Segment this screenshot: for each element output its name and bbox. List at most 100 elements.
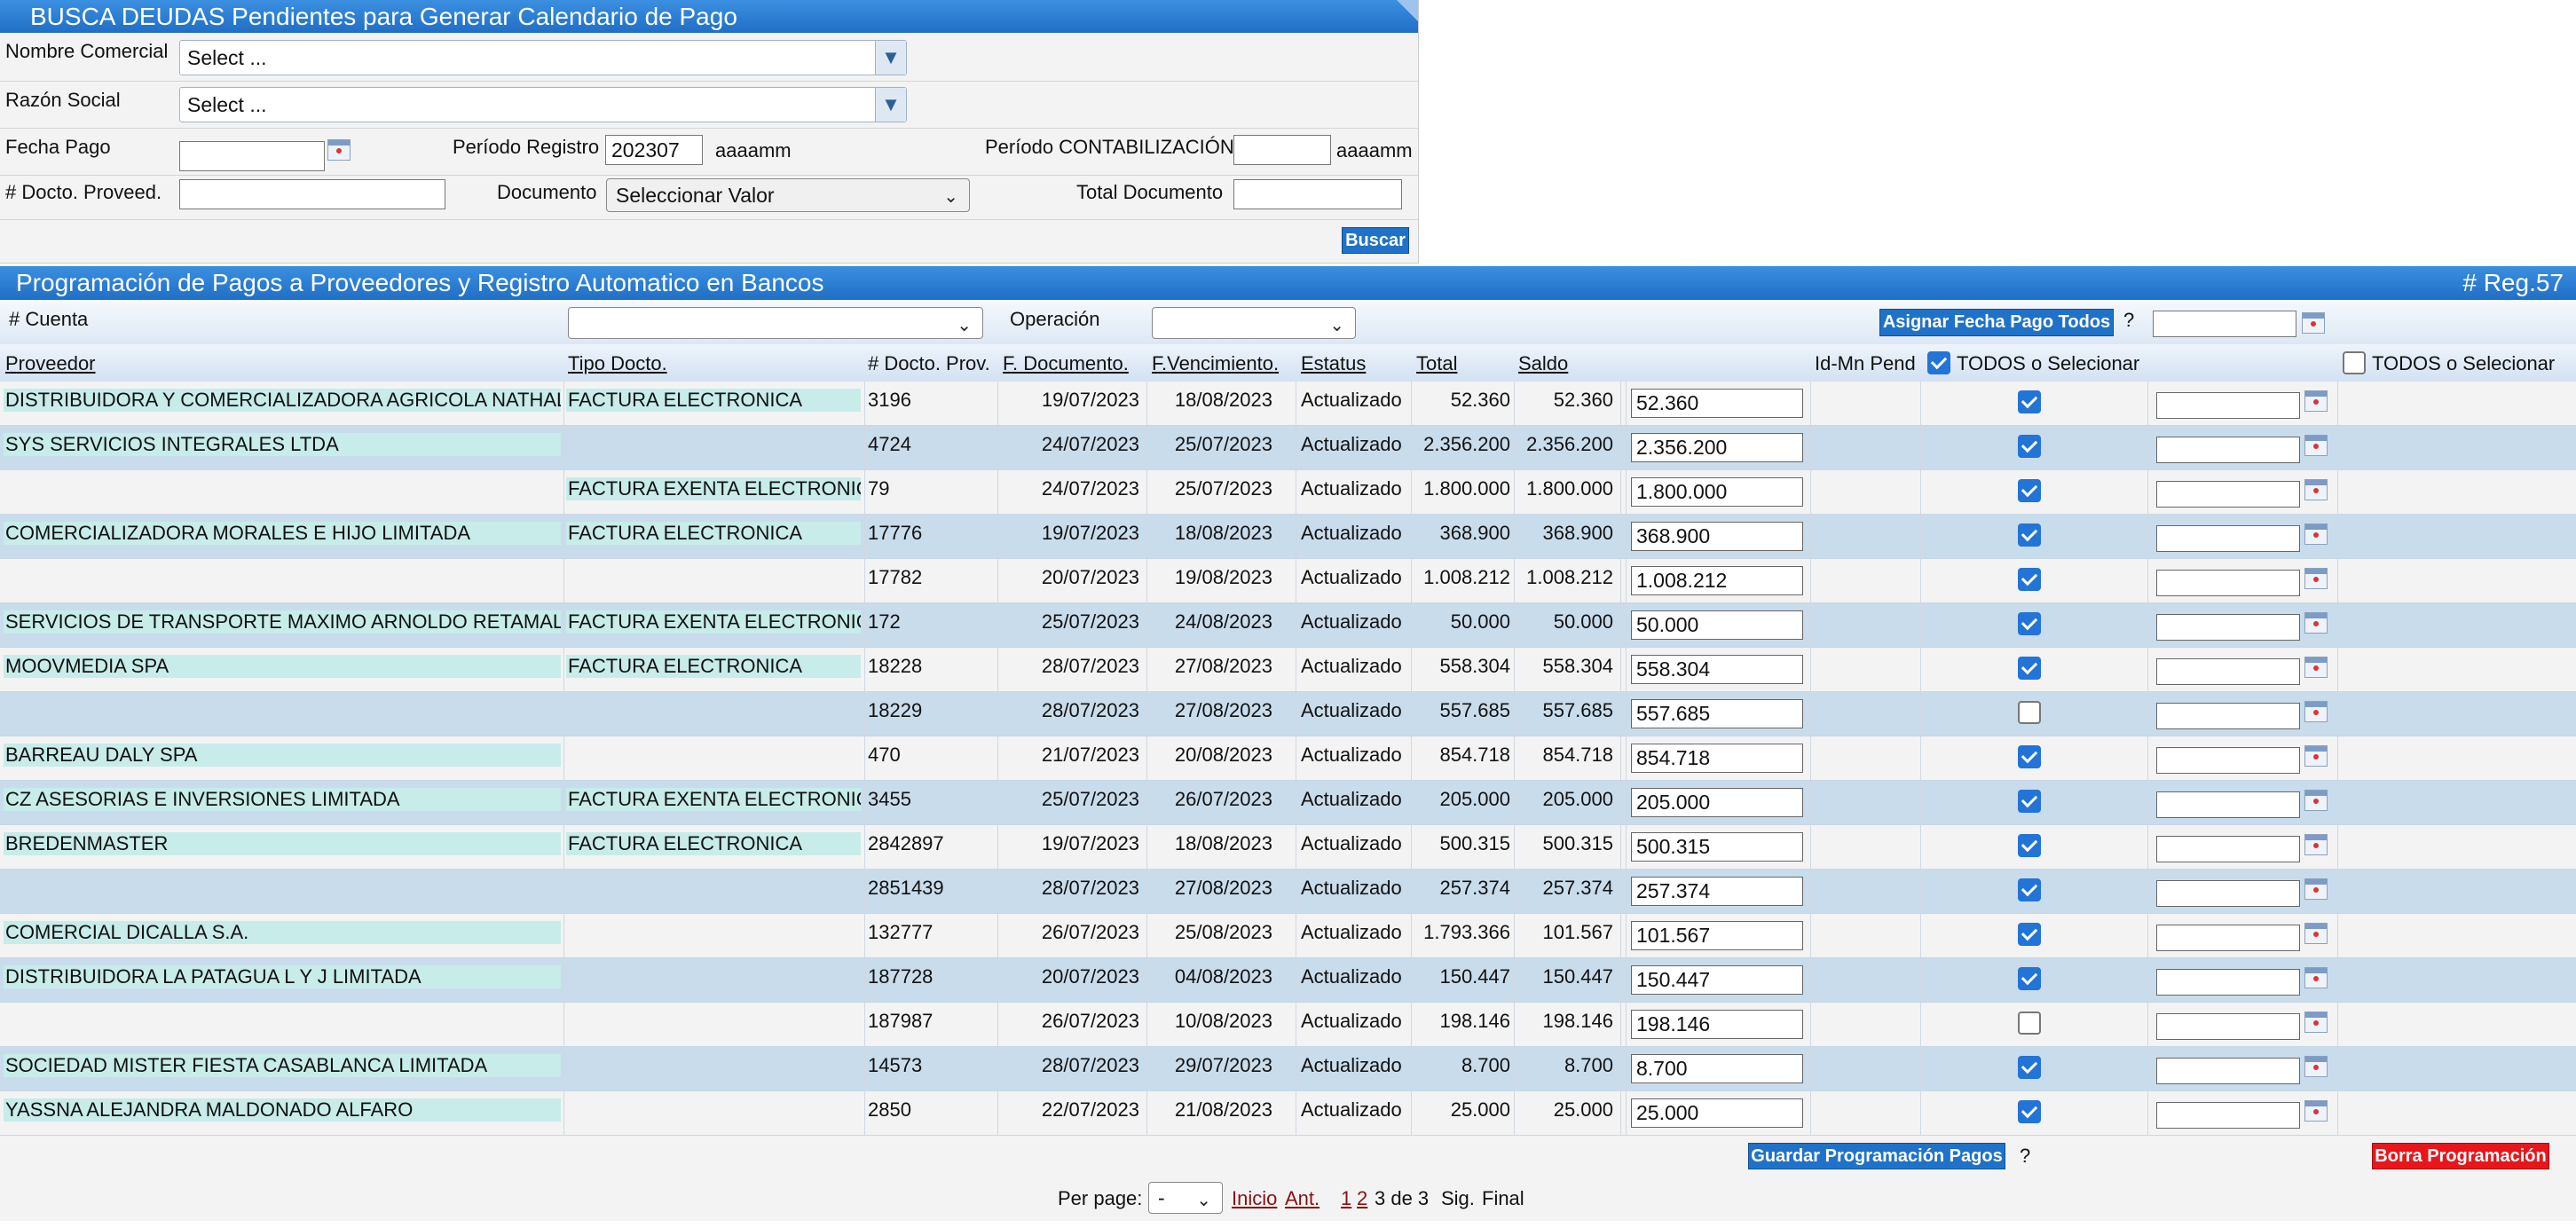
row-select-checkbox[interactable] [2018,479,2041,502]
row-fecha-pago-input[interactable] [2156,836,2300,862]
row-fecha-pago-input[interactable] [2156,570,2300,596]
help-icon[interactable]: ? [2123,309,2134,332]
calendar-icon[interactable] [2304,568,2328,589]
row-monto-input[interactable]: 2.356.200 [1631,433,1803,462]
row-fecha-pago-input[interactable] [2156,525,2300,552]
row-monto-input[interactable]: 500.315 [1631,832,1803,862]
chevron-down-icon[interactable]: ▼ [875,88,906,122]
row-fecha-pago-input[interactable] [2156,481,2300,508]
calendar-icon[interactable] [2304,923,2328,944]
calendar-icon[interactable] [2304,1012,2328,1033]
row-monto-input[interactable]: 25.000 [1631,1098,1803,1128]
pager-inicio-link[interactable]: Inicio [1232,1187,1277,1210]
row-fecha-pago-input[interactable] [2156,747,2300,774]
row-select-checkbox[interactable] [2018,612,2041,635]
asignar-fecha-button[interactable]: Asignar Fecha Pago Todos [1879,309,2114,336]
calendar-icon[interactable] [327,139,351,161]
row-fecha-pago-input[interactable] [2156,392,2300,419]
row-monto-input[interactable]: 50.000 [1631,610,1803,640]
collapse-corner-icon[interactable] [1397,0,1418,21]
row-monto-input[interactable]: 257.374 [1631,877,1803,906]
calendar-icon[interactable] [2304,834,2328,855]
chevron-down-icon[interactable]: ▼ [875,41,906,75]
cuenta-select[interactable]: ⌄ [568,307,983,339]
row-select-checkbox[interactable] [2018,1100,2041,1123]
calendar-icon[interactable] [2304,612,2328,634]
fecha-pago-todos-input[interactable] [2153,311,2296,337]
row-select-checkbox[interactable] [2018,790,2041,813]
row-fecha-pago-input[interactable] [2156,969,2300,996]
row-fecha-pago-input[interactable] [2156,437,2300,463]
documento-select[interactable]: Seleccionar Valor ⌄ [606,178,970,212]
row-monto-input[interactable]: 205.000 [1631,788,1803,817]
todos-checkbox-2[interactable] [2343,351,2366,374]
razon-social-combo[interactable]: Select ... ▼ [179,87,907,122]
row-monto-input[interactable]: 8.700 [1631,1054,1803,1083]
col-tipo[interactable]: Tipo Docto. [568,352,667,375]
pager-page-2-link[interactable]: 2 [1357,1187,1367,1210]
row-fecha-pago-input[interactable] [2156,703,2300,729]
row-select-checkbox[interactable] [2018,745,2041,768]
row-fecha-pago-input[interactable] [2156,791,2300,818]
col-saldo[interactable]: Saldo [1518,352,1568,375]
row-monto-input[interactable]: 1.008.212 [1631,566,1803,595]
row-monto-input[interactable]: 52.360 [1631,389,1803,418]
row-select-checkbox[interactable] [2018,657,2041,680]
fecha-pago-input[interactable] [179,141,325,171]
row-monto-input[interactable]: 368.900 [1631,522,1803,551]
nombre-comercial-combo[interactable]: Select ... ▼ [179,40,907,75]
row-monto-input[interactable]: 198.146 [1631,1010,1803,1039]
row-select-checkbox[interactable] [2018,435,2041,458]
row-select-checkbox[interactable] [2018,923,2041,946]
calendar-icon[interactable] [2304,790,2328,811]
calendar-icon[interactable] [2302,312,2325,334]
pager-ant-link[interactable]: Ant. [1285,1187,1320,1210]
todos-checkbox-1[interactable] [1927,351,1950,374]
total-documento-input[interactable] [1233,179,1402,209]
row-select-checkbox[interactable] [2018,967,2041,990]
calendar-icon[interactable] [2304,390,2328,412]
row-select-checkbox[interactable] [2018,390,2041,413]
col-proveedor[interactable]: Proveedor [5,352,96,375]
periodo-registro-input[interactable]: 202307 [605,135,703,165]
calendar-icon[interactable] [2304,657,2328,678]
calendar-icon[interactable] [2304,523,2328,545]
calendar-icon[interactable] [2304,967,2328,988]
row-fecha-pago-input[interactable] [2156,614,2300,641]
row-select-checkbox[interactable] [2018,701,2041,724]
calendar-icon[interactable] [2304,435,2328,456]
calendar-icon[interactable] [2304,479,2328,500]
row-fecha-pago-input[interactable] [2156,880,2300,907]
calendar-icon[interactable] [2304,1056,2328,1077]
row-fecha-pago-input[interactable] [2156,925,2300,951]
row-fecha-pago-input[interactable] [2156,1013,2300,1040]
row-fecha-pago-input[interactable] [2156,658,2300,685]
calendar-icon[interactable] [2304,745,2328,767]
per-page-select[interactable]: - ⌄ [1148,1182,1223,1214]
row-select-checkbox[interactable] [2018,1056,2041,1079]
row-fecha-pago-input[interactable] [2156,1102,2300,1129]
col-estatus[interactable]: Estatus [1301,352,1366,375]
row-select-checkbox[interactable] [2018,834,2041,857]
row-monto-input[interactable]: 1.800.000 [1631,477,1803,507]
calendar-icon[interactable] [2304,1100,2328,1122]
calendar-icon[interactable] [2304,701,2328,722]
col-fvenc[interactable]: F.Vencimiento. [1152,352,1279,375]
row-monto-input[interactable]: 101.567 [1631,921,1803,950]
guardar-programacion-button[interactable]: Guardar Programación Pagos [1748,1143,2005,1169]
row-fecha-pago-input[interactable] [2156,1058,2300,1084]
periodo-contab-input[interactable] [1233,135,1331,165]
pager-page-1-link[interactable]: 1 [1341,1187,1351,1210]
row-select-checkbox[interactable] [2018,1012,2041,1035]
docto-proveed-input[interactable] [179,179,445,209]
row-select-checkbox[interactable] [2018,878,2041,901]
col-total[interactable]: Total [1416,352,1457,375]
row-monto-input[interactable]: 558.304 [1631,655,1803,684]
operacion-select[interactable]: ⌄ [1152,307,1356,339]
help-icon[interactable]: ? [2020,1145,2030,1168]
row-select-checkbox[interactable] [2018,568,2041,591]
row-monto-input[interactable]: 854.718 [1631,744,1803,773]
row-monto-input[interactable]: 150.447 [1631,965,1803,995]
row-select-checkbox[interactable] [2018,523,2041,547]
col-fdoc[interactable]: F. Documento. [1003,352,1129,375]
